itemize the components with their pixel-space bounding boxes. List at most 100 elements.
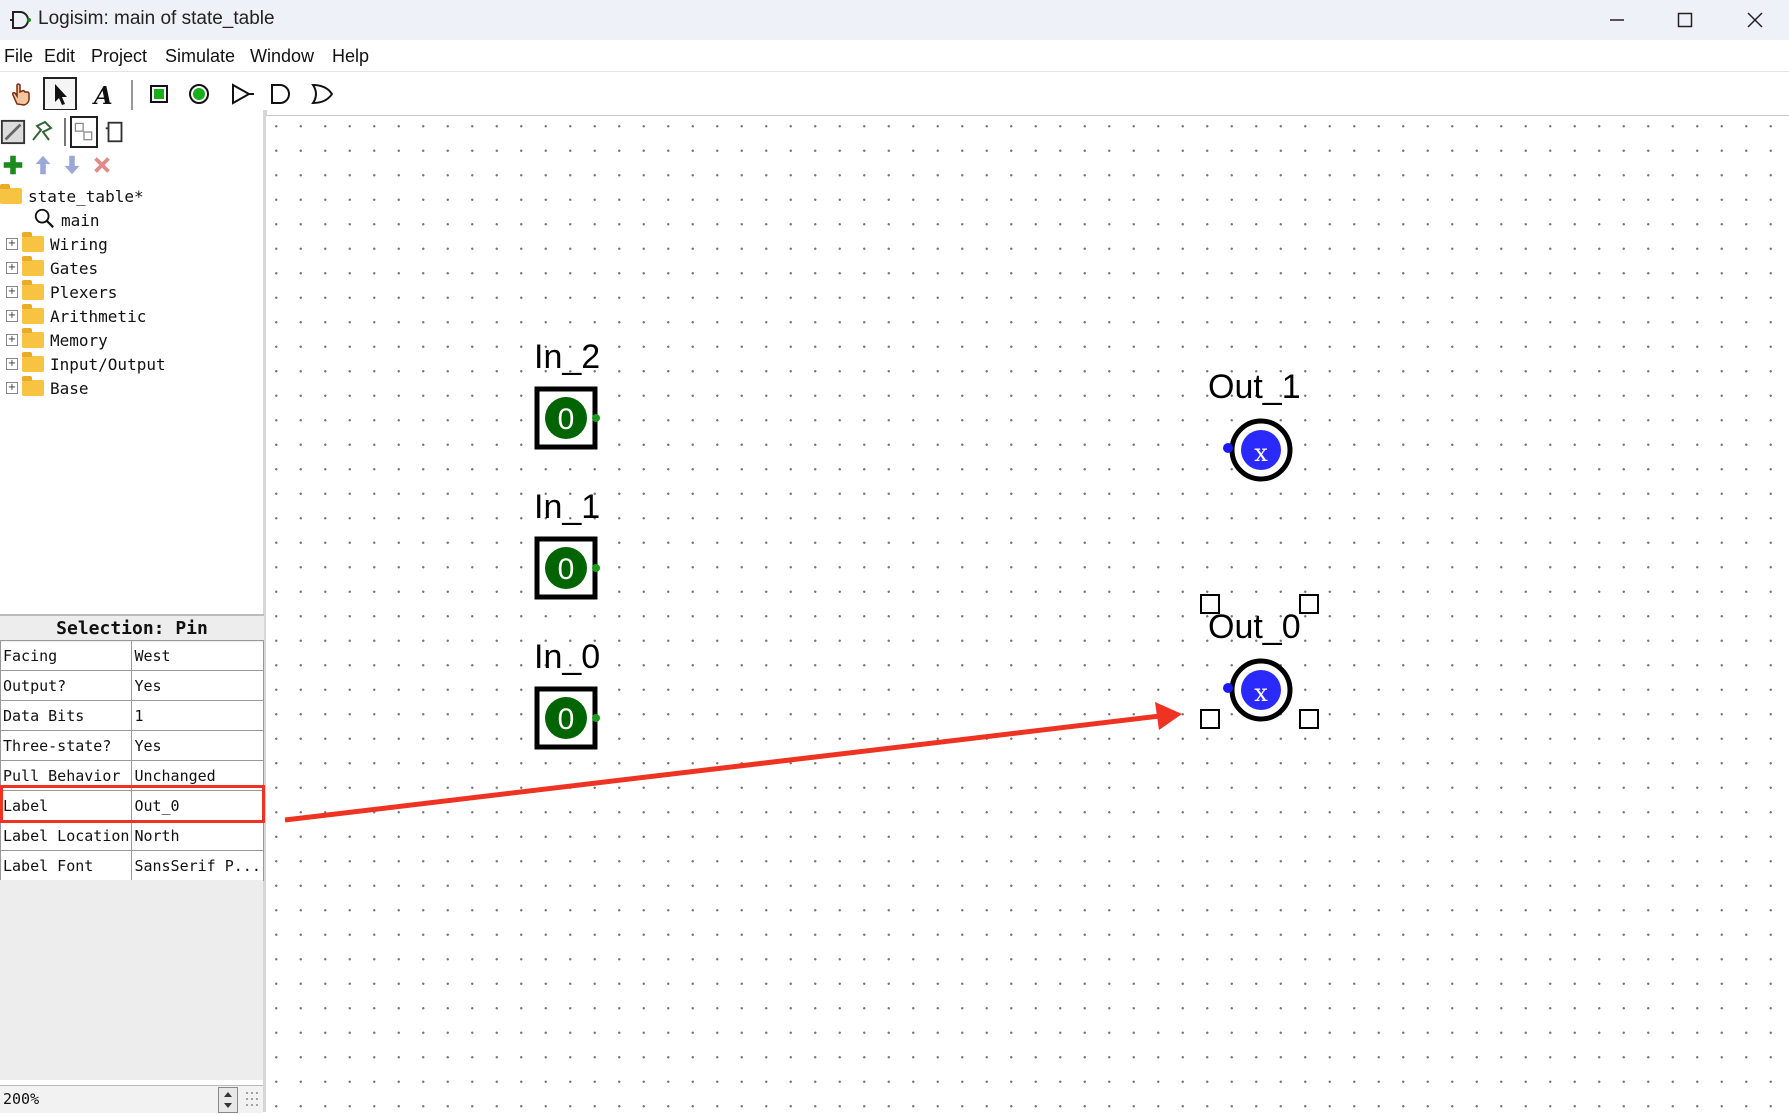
project-tree: state_table* main + Wiring + Gates + Plexer…	[0, 180, 262, 615]
arrow-cursor-icon	[55, 84, 67, 105]
attribute-value[interactable]: North	[131, 820, 264, 851]
expand-icon[interactable]: +	[6, 310, 18, 322]
tree-item-arithmetic[interactable]: + Arithmetic	[6, 304, 146, 328]
zoom-spinner[interactable]	[218, 1087, 238, 1113]
attribute-row[interactable]: Three-state? Yes	[0, 730, 264, 761]
selection-handle-top-right[interactable]	[1299, 594, 1319, 614]
add-or-gate-button[interactable]	[305, 77, 339, 111]
pin-label-in-0: In_0	[534, 638, 601, 676]
folder-label: Arithmetic	[50, 306, 147, 326]
attribute-value[interactable]: 1	[131, 700, 264, 731]
folder-icon	[22, 304, 44, 324]
expand-icon[interactable]: +	[6, 238, 18, 250]
selection-header: Selection: Pin	[0, 614, 264, 642]
minimize-button[interactable]	[1582, 0, 1652, 40]
expand-icon[interactable]: +	[6, 358, 18, 370]
pin-value: 0	[558, 553, 575, 586]
attribute-key: Data Bits	[0, 700, 133, 731]
logisim-app-icon	[10, 8, 34, 32]
pin-label-in-1: In_1	[534, 488, 601, 526]
menu-window[interactable]: Window	[250, 46, 314, 67]
window-title: Logisim: main of state_table	[38, 8, 275, 29]
simulation-tree-button[interactable]	[28, 116, 58, 148]
attribute-row[interactable]: Label Font SansSerif P...	[0, 850, 264, 881]
tree-icon	[32, 120, 53, 141]
output-pin-out-1[interactable]: x	[1218, 416, 1298, 496]
menu-help[interactable]: Help	[332, 46, 369, 67]
attribute-value[interactable]: SansSerif P...	[131, 850, 264, 881]
or-gate-icon	[311, 83, 334, 105]
delete-x-icon	[94, 157, 110, 173]
add-buffer-button[interactable]	[224, 77, 258, 111]
toolbar-separator	[64, 118, 66, 146]
attribute-value[interactable]: Yes	[131, 670, 264, 701]
add-and-gate-button[interactable]	[263, 77, 297, 111]
folder-icon	[22, 232, 44, 252]
selection-handle-top-left[interactable]	[1200, 594, 1220, 614]
pin-value: x	[1254, 679, 1268, 707]
attribute-row[interactable]: Label Location North	[0, 820, 264, 851]
folder-label: Memory	[50, 330, 108, 350]
pin-value: 0	[558, 403, 575, 436]
output-pin-out-0[interactable]: x	[1218, 656, 1298, 736]
tree-item-input-output[interactable]: + Input/Output	[6, 352, 166, 376]
menu-project[interactable]: Project	[91, 46, 147, 67]
tree-item-gates[interactable]: + Gates	[6, 256, 98, 280]
attribute-row[interactable]: Facing West	[0, 640, 264, 671]
tree-item-plexers[interactable]: + Plexers	[6, 280, 117, 304]
appearance-view-button[interactable]	[102, 116, 128, 148]
expand-icon[interactable]: +	[6, 334, 18, 346]
layout-view-button[interactable]	[70, 116, 98, 148]
add-output-pin-button[interactable]	[182, 77, 216, 111]
folder-icon	[22, 376, 44, 396]
folder-label: Input/Output	[50, 354, 166, 374]
circuit-layout-icon	[74, 122, 93, 141]
pin-label-out-0: Out_0	[1208, 608, 1301, 646]
attribute-value[interactable]: Yes	[131, 730, 264, 761]
menu-simulate[interactable]: Simulate	[165, 46, 235, 67]
attribute-value[interactable]: West	[131, 640, 264, 671]
toggle-explorer-button[interactable]	[0, 116, 26, 148]
attribute-key: Facing	[0, 640, 133, 671]
input-pin-icon	[150, 85, 168, 103]
input-pin-in-1[interactable]: 0	[534, 536, 606, 606]
close-button[interactable]	[1720, 0, 1789, 40]
arrow-up-icon	[35, 155, 51, 175]
add-input-pin-button[interactable]	[142, 77, 176, 111]
expand-icon[interactable]: +	[6, 286, 18, 298]
tree-item-wiring[interactable]: + Wiring	[6, 232, 108, 256]
appearance-icon	[105, 121, 123, 143]
tree-item-memory[interactable]: + Memory	[6, 328, 108, 352]
menu-file[interactable]: File	[4, 46, 33, 67]
input-pin-in-2[interactable]: 0	[534, 386, 606, 456]
selection-handle-bottom-left[interactable]	[1200, 709, 1220, 729]
zoom-value[interactable]: 200%	[3, 1090, 39, 1108]
tree-item-main[interactable]: main	[33, 208, 100, 232]
expand-icon[interactable]: +	[6, 262, 18, 274]
add-circuit-button[interactable]	[0, 152, 26, 178]
tree-root-item[interactable]: state_table*	[0, 184, 144, 208]
annotation-highlight-box	[0, 785, 265, 823]
title-bar: Logisim: main of state_table	[0, 0, 1789, 40]
select-tool-button[interactable]	[43, 77, 77, 111]
menu-edit[interactable]: Edit	[44, 46, 75, 67]
move-circuit-up-button[interactable]	[30, 152, 56, 178]
and-gate-icon	[271, 84, 290, 104]
folder-icon	[0, 184, 22, 204]
folder-icon	[22, 256, 44, 276]
attribute-row[interactable]: Data Bits 1	[0, 700, 264, 731]
text-tool-button[interactable]: A	[85, 77, 119, 111]
expand-icon[interactable]: +	[6, 382, 18, 394]
selection-handle-bottom-right[interactable]	[1299, 709, 1319, 729]
poke-tool-button[interactable]	[4, 77, 38, 111]
grid-toggle[interactable]	[244, 1090, 260, 1108]
circuit-magnifier-icon	[33, 207, 55, 233]
attribute-row[interactable]: Output? Yes	[0, 670, 264, 701]
tree-item-base[interactable]: + Base	[6, 376, 89, 400]
circuit-canvas[interactable]: In_2 0 In_1 0 In_0 0 Out_1 x Out_0 x	[266, 115, 1789, 1113]
pin-value: 0	[558, 703, 575, 736]
remove-circuit-button[interactable]	[89, 152, 115, 178]
input-pin-in-0[interactable]: 0	[534, 686, 606, 756]
maximize-button[interactable]	[1650, 0, 1720, 40]
move-circuit-down-button[interactable]	[59, 152, 85, 178]
